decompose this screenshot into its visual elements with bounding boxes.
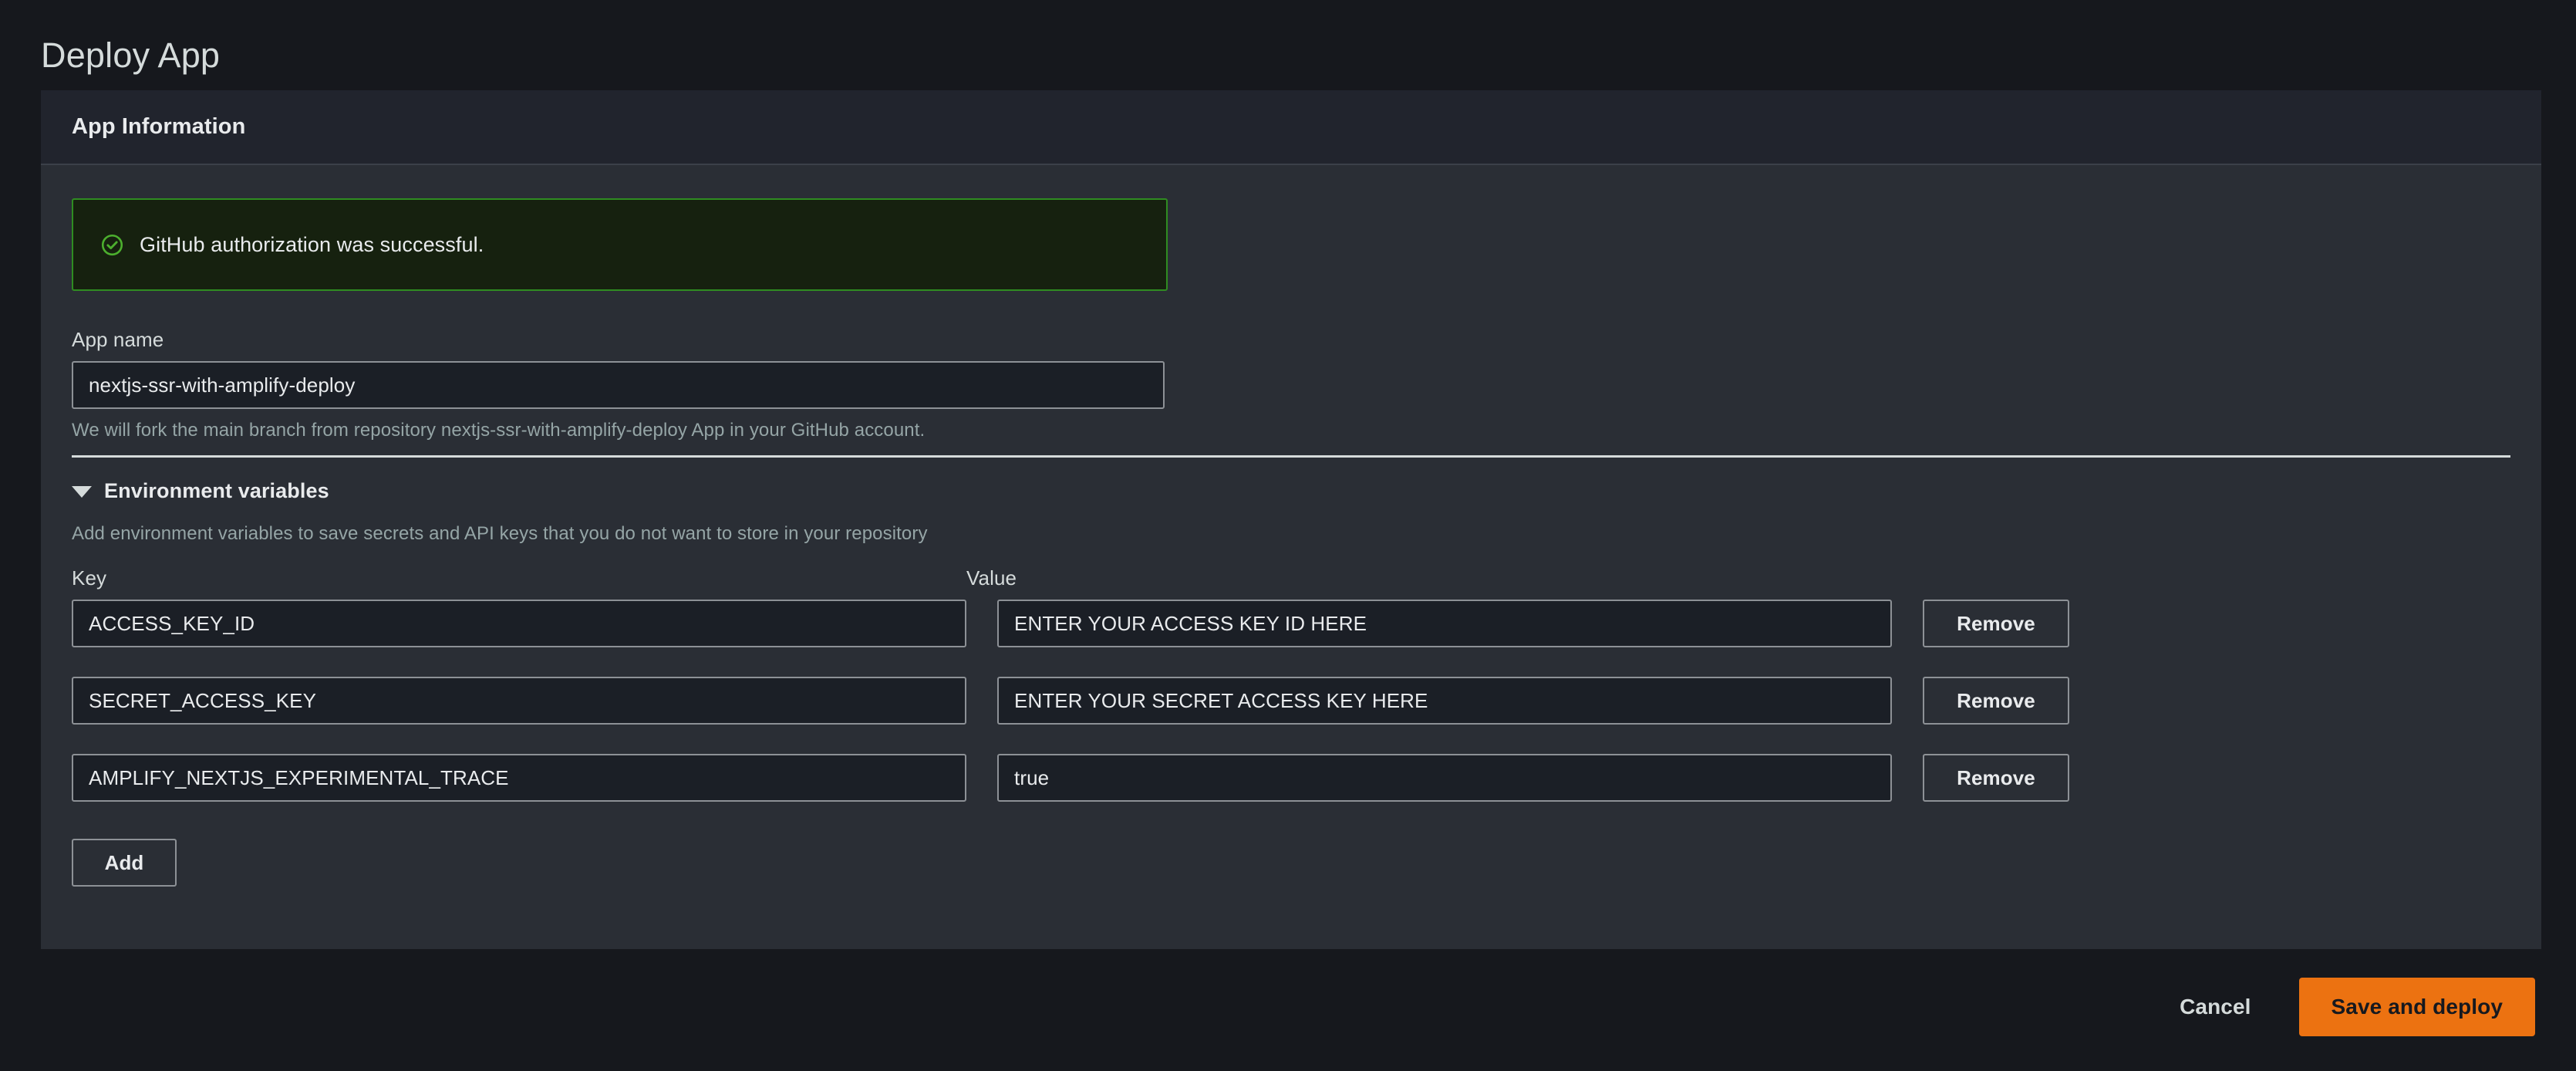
remove-button[interactable]: Remove — [1923, 677, 2069, 725]
check-circle-icon — [100, 233, 124, 257]
success-alert: GitHub authorization was successful. — [72, 198, 1168, 291]
column-header-key: Key — [72, 566, 106, 590]
env-value-input[interactable] — [997, 677, 1892, 725]
table-row: Remove — [72, 600, 2510, 647]
deploy-app-page: Deploy App App Information GitHub author… — [0, 0, 2576, 1071]
page-title: Deploy App — [41, 36, 220, 75]
remove-button[interactable]: Remove — [1923, 600, 2069, 647]
environment-variables-title: Environment variables — [104, 479, 329, 503]
app-name-label: App name — [72, 328, 2510, 352]
app-name-helper-text: We will fork the main branch from reposi… — [72, 420, 2510, 441]
env-value-input[interactable] — [997, 754, 1892, 802]
save-and-deploy-button[interactable]: Save and deploy — [2299, 978, 2535, 1036]
card-header-title: App Information — [72, 114, 245, 140]
environment-variables-description: Add environment variables to save secret… — [72, 523, 2510, 545]
table-row: Remove — [72, 677, 2510, 725]
cancel-button[interactable]: Cancel — [2156, 978, 2274, 1036]
app-name-input[interactable] — [72, 361, 1165, 409]
environment-variables-toggle[interactable]: Environment variables — [72, 479, 2510, 503]
env-key-input[interactable] — [72, 600, 966, 647]
remove-button[interactable]: Remove — [1923, 754, 2069, 802]
section-divider — [72, 455, 2510, 458]
card-body: GitHub authorization was successful. App… — [41, 198, 2541, 887]
table-row: Remove — [72, 754, 2510, 802]
env-value-input[interactable] — [997, 600, 1892, 647]
footer-actions: Cancel Save and deploy — [0, 968, 2576, 1071]
env-table-header: Key Value — [72, 566, 2510, 590]
env-key-input[interactable] — [72, 754, 966, 802]
add-button[interactable]: Add — [72, 839, 177, 887]
success-alert-message: GitHub authorization was successful. — [140, 233, 484, 257]
card-header: App Information — [41, 90, 2541, 165]
chevron-down-icon — [72, 486, 92, 498]
env-key-input[interactable] — [72, 677, 966, 725]
column-header-value: Value — [966, 566, 1017, 590]
app-information-card: App Information GitHub authorization was… — [41, 90, 2541, 949]
